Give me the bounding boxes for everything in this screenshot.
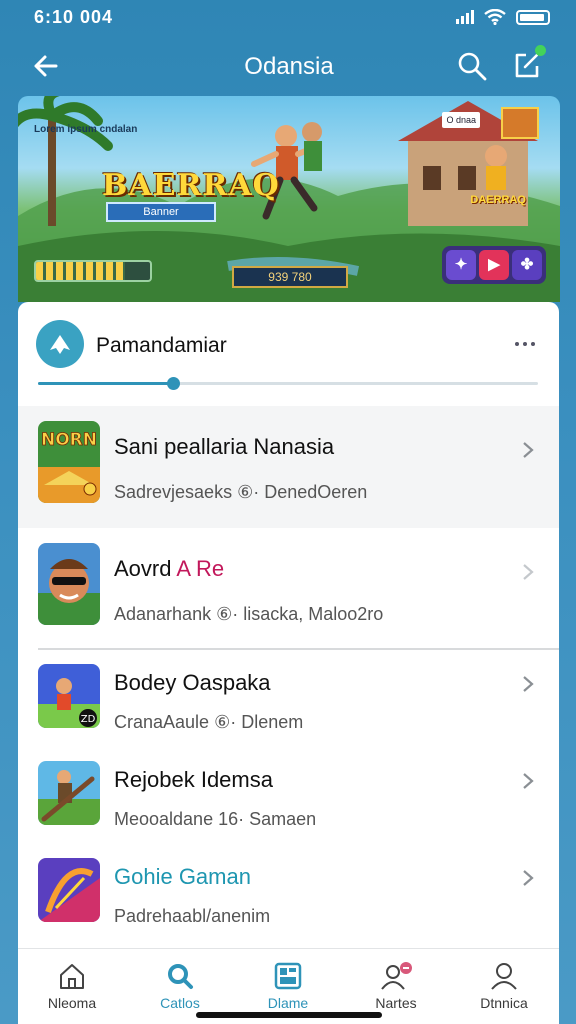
game-thumbnail — [38, 761, 100, 825]
nav-item-home[interactable]: Nleoma — [18, 957, 126, 1021]
home-icon — [60, 964, 84, 989]
app-bar: Odansia — [18, 36, 560, 96]
game-meta: Padrehaabl/anenim — [114, 906, 271, 926]
game-title-accent: A Re — [176, 556, 225, 581]
chevron-right-icon — [523, 676, 534, 692]
gamepad-icon[interactable]: ✤ — [512, 250, 542, 280]
nav-label: Dlame — [267, 995, 309, 1011]
banner-progress-fill — [36, 262, 125, 280]
game-meta: Meooaldane 16· Samaen — [114, 809, 317, 829]
nav-item-profile[interactable]: Dtnnica — [450, 957, 558, 1021]
banner-score: 939 780 — [232, 266, 348, 288]
game-thumbnail: NORN — [38, 421, 100, 503]
magic-icon[interactable]: ✦ — [446, 250, 476, 280]
more-options-icon[interactable] — [513, 338, 537, 350]
section-progress-knob[interactable] — [167, 377, 180, 390]
section-progress-bar[interactable] — [38, 377, 538, 390]
nav-label: Nartes — [375, 995, 417, 1011]
game-meta: Sadrevjesaeks ⑥· DenedOeren — [114, 482, 368, 502]
search-icon[interactable] — [456, 50, 488, 82]
section-header: Pamandamiar — [36, 320, 541, 370]
notification-dot — [535, 45, 546, 56]
section-title: Pamandamiar — [96, 334, 227, 357]
svg-text:NORN: NORN — [41, 430, 97, 450]
game-title-main: Aovrd — [114, 556, 172, 581]
game-meta: Adanarhank ⑥· lisacka, Maloo2ro — [114, 604, 384, 624]
banner-right-title: DAERRAQ — [470, 194, 526, 206]
status-icons — [456, 9, 550, 25]
game-thumbnail — [38, 858, 100, 922]
chevron-right-icon — [523, 870, 534, 886]
section-logo-icon — [36, 320, 84, 368]
list-item[interactable]: NORN Sani peallaria Nanasia Sadrevjesaek… — [18, 406, 559, 528]
svg-text:ZD: ZD — [81, 714, 96, 725]
play-icon[interactable]: ▶ — [479, 250, 509, 280]
game-title: Aovrd A Re — [114, 556, 224, 582]
list-item[interactable]: Gohie Gaman Padrehaabl/anenim — [18, 844, 559, 941]
search-icon — [168, 964, 193, 989]
content-card: Pamandamiar NORN Sani peallaria Nanasia … — [18, 302, 559, 948]
banner-caption: Lorem ipsum cndalan — [34, 124, 138, 135]
game-title: Gohie Gaman — [114, 864, 251, 889]
people-icon — [381, 962, 412, 990]
game-thumbnail: ZD — [38, 664, 100, 728]
profile-icon — [491, 963, 517, 990]
list-item[interactable]: Aovrd A Re Adanarhank ⑥· lisacka, Maloo2… — [18, 528, 559, 650]
game-meta: CranaAaule ⑥· Dlenem — [114, 712, 304, 732]
list-item[interactable]: Rejobek Idemsa Meooaldane 16· Samaen — [18, 747, 559, 844]
chevron-right-icon — [523, 564, 534, 580]
wifi-icon — [484, 9, 506, 25]
nav-label: Catlos — [160, 995, 200, 1011]
banner-actions: ✦ ▶ ✤ — [442, 246, 546, 284]
chevron-right-icon — [523, 442, 534, 458]
chevron-right-icon — [523, 773, 534, 789]
banner-sub-label: Banner — [106, 202, 216, 222]
signal-icon — [456, 10, 474, 24]
grid-icon — [274, 962, 302, 990]
banner-logo: BAERRAQ — [102, 168, 280, 203]
banner-progress-bar — [34, 260, 152, 282]
game-title: Bodey Oaspaka — [114, 670, 271, 695]
banner-badge: O dnaa — [442, 112, 480, 128]
status-bar: 6:10 004 — [0, 0, 576, 34]
list-item[interactable]: ZD Bodey Oaspaka CranaAaule ⑥· Dlenem — [18, 650, 559, 747]
game-list: NORN Sani peallaria Nanasia Sadrevjesaek… — [18, 406, 559, 941]
section-progress-fill — [38, 382, 173, 385]
game-thumbnail — [38, 543, 100, 625]
game-title: Rejobek Idemsa — [114, 767, 273, 792]
featured-banner[interactable]: Lorem ipsum cndalan O dnaa BAERRAQ Banne… — [18, 96, 560, 302]
battery-icon — [516, 9, 550, 25]
status-time: 6:10 004 — [34, 7, 114, 27]
game-title: Sani peallaria Nanasia — [114, 434, 335, 459]
home-indicator[interactable] — [196, 1012, 382, 1018]
nav-label: Dtnnica — [480, 995, 528, 1011]
nav-label: Nleoma — [47, 995, 97, 1011]
